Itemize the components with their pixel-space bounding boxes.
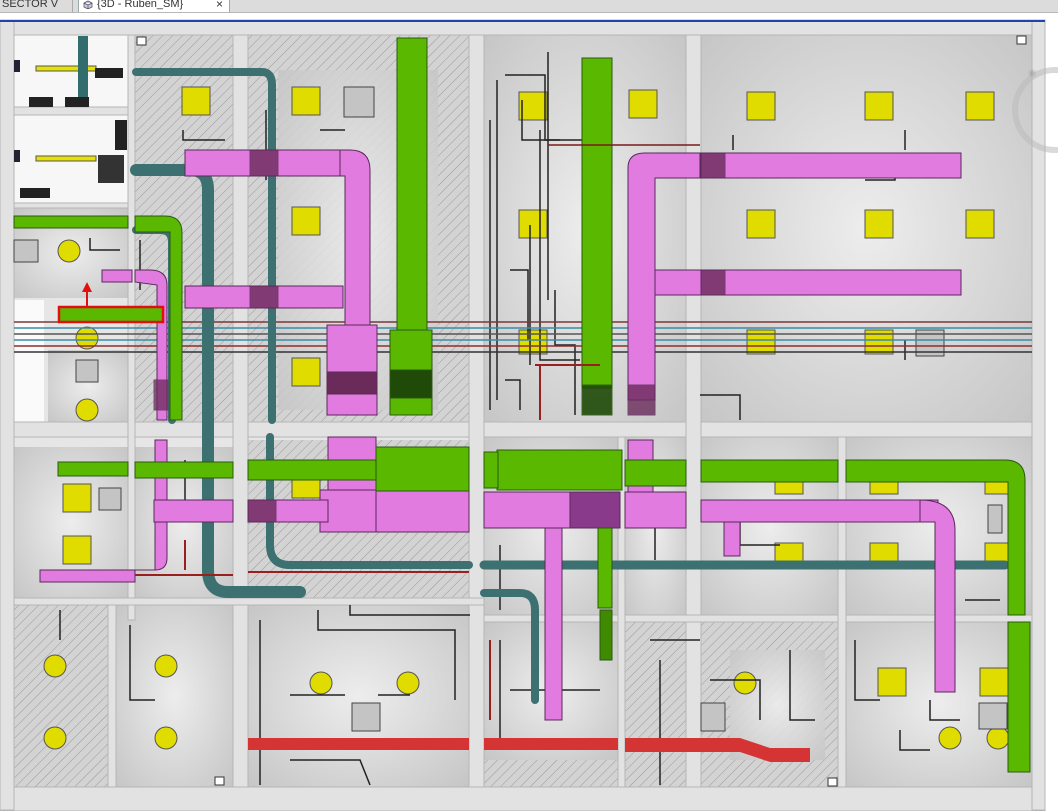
tab-3d-ruben-sm[interactable]: {3D - Ruben_SM} × [78,0,230,12]
svg-text:◉: ◉ [1028,68,1037,79]
tab-label: {3D - Ruben_SM} [97,0,184,10]
tab-sector-v[interactable]: SECTOR V [0,0,73,12]
view-tab-bar: SECTOR V {3D - Ruben_SM} × [0,0,1058,13]
3d-viewport[interactable]: ◉ [0,13,1058,811]
close-icon[interactable]: × [216,0,223,12]
3d-view-icon [83,0,93,9]
